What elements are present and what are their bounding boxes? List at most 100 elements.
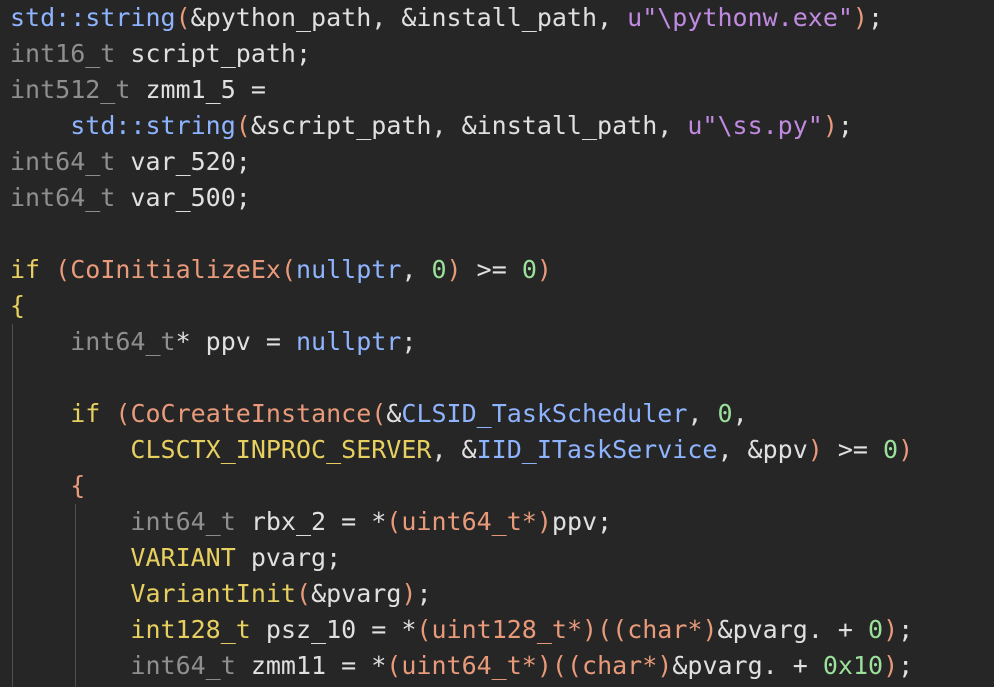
code-token: , (732, 399, 748, 428)
code-token: IID_ITaskService (476, 435, 718, 464)
code-token: &pvarg (311, 579, 402, 608)
code-token: int512_t (10, 75, 131, 104)
code-token: & (386, 399, 402, 428)
code-token: ( (551, 651, 567, 680)
code-token: ) (807, 435, 823, 464)
code-token: ) (536, 651, 552, 680)
code-token: ) (898, 435, 914, 464)
code-token: { (70, 471, 86, 500)
code-token: , (401, 255, 432, 284)
code-token: ) (852, 3, 868, 32)
code-token: 0 (883, 435, 899, 464)
code-line[interactable]: int64_t var_500; (10, 180, 913, 216)
code-token: \pythonw.exe" (657, 3, 853, 32)
code-token: , &ppv (717, 435, 808, 464)
code-token: int64_t (10, 147, 116, 176)
code-token: &pvarg. + (672, 651, 823, 680)
code-token: uint128_t* (431, 615, 582, 644)
code-token: ; (416, 579, 432, 608)
code-token: , (687, 399, 718, 428)
code-line[interactable]: int512_t zmm1_5 = (10, 72, 913, 108)
code-token: rbx_2 = * (235, 507, 387, 536)
code-line[interactable]: std::string(&script_path, &install_path,… (10, 108, 913, 144)
code-token: ) (582, 615, 598, 644)
code-token: uint64_t* (401, 651, 537, 680)
code-token: &script_path, &install_path, (250, 111, 688, 140)
code-token: ) (536, 255, 552, 284)
code-line[interactable]: int64_t zmm11 = *(uint64_t*)((char*)&pva… (10, 648, 913, 684)
code-line[interactable]: { (10, 288, 913, 324)
code-token: \ss.py" (717, 111, 823, 140)
code-line[interactable] (10, 360, 913, 396)
code-token: ) (822, 111, 838, 140)
code-token: int128_t (130, 615, 251, 644)
code-line[interactable]: int128_t psz_10 = *(uint128_t*)((char*)&… (10, 612, 913, 648)
code-line[interactable]: { (10, 468, 913, 504)
code-token: ( (280, 255, 297, 284)
code-line[interactable]: if (CoInitializeEx(nullptr, 0) >= 0) (10, 252, 913, 288)
code-token: std::string (70, 111, 236, 140)
code-token: ) (702, 615, 718, 644)
code-line[interactable]: int64_t rbx_2 = *(uint64_t*)ppv; (10, 504, 913, 540)
code-line[interactable]: if (CoCreateInstance(&CLSID_TaskSchedule… (10, 396, 913, 432)
code-token: CoCreateInstance (130, 399, 372, 428)
code-token: ( (566, 651, 583, 680)
code-token: ) (446, 255, 462, 284)
code-token: 0 (717, 399, 733, 428)
code-token: ; (898, 615, 914, 644)
code-token: 0 (868, 615, 884, 644)
code-line[interactable]: CLSCTX_INPROC_SERVER, &IID_ITaskService,… (10, 432, 913, 468)
code-token: CLSCTX_INPROC_SERVER (130, 435, 432, 464)
code-token: * ppv = (175, 327, 296, 356)
code-token: CoInitializeEx (70, 255, 281, 284)
code-token: ( (371, 399, 387, 428)
code-token: pvarg; (235, 543, 342, 572)
code-token: ; (898, 651, 914, 680)
code-token: 0x10 (822, 651, 884, 680)
code-token: ) (883, 651, 899, 680)
code-token: int64_t (130, 651, 236, 680)
code-token: ( (55, 255, 71, 284)
code-token: var_520; (115, 147, 251, 176)
code-editor[interactable]: std::string( &python_path, &install_path,… (10, 0, 913, 684)
code-token: ( (612, 615, 628, 644)
code-token: CLSID_TaskScheduler (401, 399, 688, 428)
code-token: ( (386, 507, 402, 536)
code-line[interactable]: std::string(&python_path, &install_path,… (10, 0, 913, 36)
code-line[interactable] (10, 216, 913, 252)
code-token: script_path; (115, 39, 312, 68)
code-token: ) (401, 579, 417, 608)
code-line[interactable]: int64_t var_520; (10, 144, 913, 180)
code-line[interactable]: VARIANT pvarg; (10, 540, 913, 576)
code-token: zmm11 = * (235, 651, 387, 680)
code-token: nullptr (296, 327, 402, 356)
code-token: nullptr (296, 255, 402, 284)
code-token: if (10, 255, 41, 284)
code-token: ) (536, 507, 552, 536)
code-token: ( (386, 651, 402, 680)
code-token: uint64_t* (401, 507, 537, 536)
code-token: int64_t (130, 507, 236, 536)
code-token: ( (115, 399, 131, 428)
code-token: &python_path, &install_path, (190, 3, 628, 32)
code-token: ( (416, 615, 432, 644)
code-line[interactable]: int16_t script_path; (10, 36, 913, 72)
code-token: var_500; (115, 183, 251, 212)
code-line[interactable]: int64_t* ppv = nullptr; (10, 324, 913, 360)
code-token: ( (597, 615, 613, 644)
code-line[interactable]: VariantInit(&pvarg); (10, 576, 913, 612)
